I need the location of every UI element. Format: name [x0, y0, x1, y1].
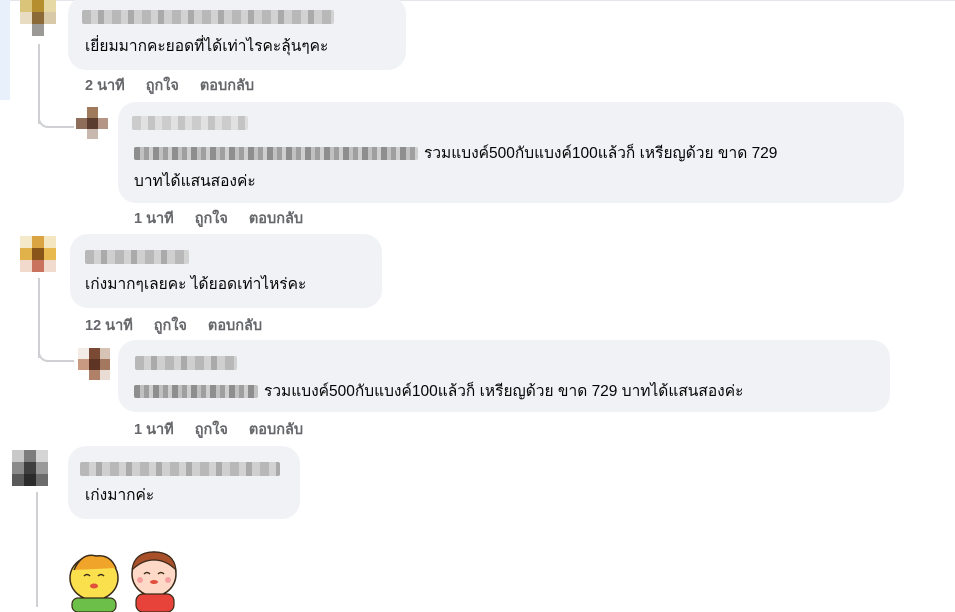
- reply-actions: 1 นาที ถูกใจ ตอบกลับ: [134, 207, 324, 230]
- thread-line: [38, 334, 74, 362]
- thread-line: [36, 492, 38, 607]
- thread-line: [38, 100, 74, 128]
- reply-time[interactable]: 1 นาที: [134, 211, 174, 227]
- scroll-edge: [0, 0, 10, 100]
- blurred-author-name[interactable]: [85, 250, 189, 264]
- comment-text: เก่งมากค่ะ: [85, 487, 155, 504]
- avatar[interactable]: [12, 450, 48, 486]
- like-button[interactable]: ถูกใจ: [146, 78, 179, 94]
- blurred-author-name[interactable]: [80, 462, 280, 476]
- avatar[interactable]: [20, 236, 56, 272]
- comment-time[interactable]: 2 นาที: [85, 78, 125, 94]
- reply-button[interactable]: ตอบกลับ: [208, 318, 262, 334]
- yellow-character-icon: [69, 554, 119, 612]
- reply-button[interactable]: ตอบกลับ: [249, 211, 303, 227]
- reply-text-line: รวมแบงค์500กับแบงค์100แล้วก็ เหรียญด้วย …: [134, 140, 777, 168]
- avatar[interactable]: [20, 0, 56, 36]
- reply-time[interactable]: 1 นาที: [134, 422, 174, 438]
- avatar[interactable]: [76, 107, 108, 139]
- blurred-author-name[interactable]: [135, 356, 237, 370]
- blurred-author-name[interactable]: [132, 116, 248, 130]
- reply-text-line: บาทได้แสนสองค่ะ: [134, 173, 256, 190]
- comment-bubble: เก่งมากค่ะ: [68, 446, 300, 519]
- sticker-image[interactable]: [66, 548, 186, 612]
- blurred-mention[interactable]: [134, 385, 258, 399]
- blurred-mention[interactable]: [134, 147, 418, 161]
- comment-text: เก่งมากๆเลยคะ ได้ยอดเท่าไหร่คะ: [85, 276, 307, 293]
- comment-text: เยี่ยมมากคะยอดที่ได้เท่าไรคะลุ้นๆคะ: [85, 38, 329, 55]
- comment-time[interactable]: 12 นาที: [85, 318, 133, 334]
- comment-actions: 12 นาที ถูกใจ ตอบกลับ: [85, 314, 283, 337]
- avatar[interactable]: [78, 348, 110, 380]
- like-button[interactable]: ถูกใจ: [154, 318, 187, 334]
- blurred-author-name[interactable]: [82, 10, 334, 24]
- like-button[interactable]: ถูกใจ: [195, 211, 228, 227]
- reply-bubble: รวมแบงค์500กับแบงค์100แล้วก็ เหรียญด้วย …: [118, 102, 904, 203]
- comment-bubble: เก่งมากๆเลยคะ ได้ยอดเท่าไหร่คะ: [70, 234, 382, 308]
- reply-actions: 1 นาที ถูกใจ ตอบกลับ: [134, 418, 324, 441]
- pink-character-icon: [131, 551, 177, 612]
- reply-button[interactable]: ตอบกลับ: [200, 78, 254, 94]
- comment-bubble: เยี่ยมมากคะยอดที่ได้เท่าไรคะลุ้นๆคะ: [68, 0, 406, 70]
- comment-actions: 2 นาที ถูกใจ ตอบกลับ: [85, 74, 275, 97]
- reply-text-line: รวมแบงค์500กับแบงค์100แล้วก็ เหรียญด้วย …: [134, 378, 743, 406]
- reply-bubble: รวมแบงค์500กับแบงค์100แล้วก็ เหรียญด้วย …: [118, 340, 890, 412]
- like-button[interactable]: ถูกใจ: [195, 422, 228, 438]
- reply-button[interactable]: ตอบกลับ: [249, 422, 303, 438]
